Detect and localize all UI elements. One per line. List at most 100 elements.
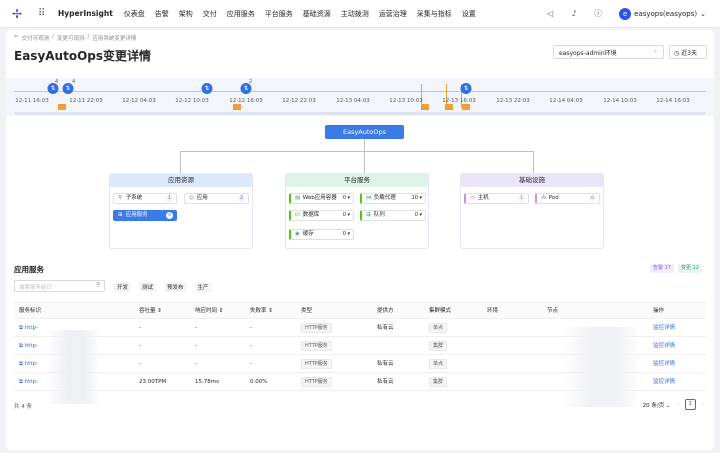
col-throughput[interactable]: 吞吐量 ⇕ (139, 303, 162, 319)
monitor-detail-link[interactable]: 监控详情 (653, 373, 675, 391)
prev-page-icon[interactable]: ‹ (677, 402, 679, 408)
service-link[interactable]: ⧉ http- (19, 319, 38, 337)
system-node-button[interactable]: EasyAutoOps (325, 125, 404, 139)
page-title: EasyAutoOps变更详情 (14, 49, 152, 63)
nav-item-governance[interactable]: 运营治理 (379, 9, 407, 19)
clock-icon: ◷ (674, 50, 680, 57)
queue-icon: ⇶ (366, 212, 371, 218)
filter-test[interactable]: 测试 (139, 282, 157, 292)
col-failure-rate[interactable]: 失败率 ⇕ (250, 303, 273, 319)
service-link[interactable]: ⧉ http- (19, 373, 38, 391)
alert-flag-icon[interactable] (462, 104, 470, 110)
search-input[interactable]: 搜索服务标识 ⚲ (14, 280, 105, 292)
filter-dev[interactable]: 开发 (114, 282, 132, 292)
timeline-scrollbar[interactable] (14, 112, 706, 115)
timeline-tick: 12-14 16:03 (656, 98, 690, 104)
help-icon[interactable]: ⓘ (593, 9, 603, 19)
service-link[interactable]: ⧉ http- (19, 337, 38, 355)
change-count: 2 (249, 79, 253, 85)
filter-prod[interactable]: 生产 (194, 282, 212, 292)
nav-item-app-services[interactable]: 应用服务 (227, 9, 255, 19)
chip-host[interactable]: ▭ 主机 1 (464, 193, 529, 204)
col-node: 节点 (547, 308, 559, 314)
redacted-area (561, 327, 641, 407)
application-icon: ◎ (189, 195, 194, 201)
monitor-detail-link[interactable]: 监控详情 (653, 337, 675, 355)
chip-pod[interactable]: ⁂ Pod 0 (535, 193, 600, 204)
col-service-id[interactable]: 服务标识 (19, 303, 41, 319)
timeline-tick: 12-12 10:03 (175, 98, 209, 104)
brand-name[interactable]: HyperInsight (58, 9, 113, 18)
monitor-detail-link[interactable]: 监控详情 (653, 319, 675, 337)
subsystem-icon: ⚲ (118, 195, 123, 201)
breadcrumb-item[interactable]: 变更可观测 (57, 34, 85, 42)
chevron-down-icon[interactable]: ⌄ (700, 10, 706, 18)
nav-item-delivery[interactable]: 交付 (203, 9, 217, 19)
timeline-tick: 12-13 10:03 (389, 98, 423, 104)
change-badge[interactable]: 变更 12 (678, 264, 702, 273)
change-event-icon[interactable]: ⇅ (460, 83, 472, 94)
col-cluster-mode: 集群模式 (429, 308, 452, 314)
chip-queue[interactable]: ⇶ 队列 0 ▾ (360, 210, 426, 221)
nav-item-alerts[interactable]: 告警 (155, 9, 169, 19)
chip-application[interactable]: ◎ 应用 2 (184, 193, 249, 204)
speaker-icon[interactable]: ◁ (545, 9, 555, 19)
group-platform-services: 平台服务 ▤ Web应用容器 0 ▾ ⋈ 负载代理 10 ▾ ⛁ 数据库 0 ▾… (285, 173, 429, 249)
database-icon: ⛁ (295, 212, 300, 218)
col-latency[interactable]: 响应时间 ⇕ (195, 303, 223, 319)
topbar-actions: ◁ ♪ ⓘ e easyops(easyops) ⌄ (531, 0, 706, 28)
breadcrumb-item[interactable]: 交付可观测 (22, 34, 50, 42)
chip-cache[interactable]: ◉ 缓存 0 ▾ (289, 229, 354, 240)
chip-web-container[interactable]: ▤ Web应用容器 0 ▾ (289, 193, 354, 204)
total-count: 共 4 条 (14, 404, 32, 410)
load-proxy-icon: ⋈ (366, 195, 372, 201)
table-header: 服务标识 吞吐量 ⇕ 响应时间 ⇕ 失败率 ⇕ 类型 提供方 集群模式 环境 节… (14, 303, 706, 319)
back-icon[interactable]: ⇐ (14, 34, 19, 42)
alert-flag-icon[interactable] (58, 104, 66, 110)
chip-database[interactable]: ⛁ 数据库 0 ▾ (289, 210, 354, 221)
nav-item-architecture[interactable]: 架构 (179, 9, 193, 19)
filter-staging[interactable]: 预发布 (164, 282, 187, 292)
group-title: 应用资源 (110, 174, 252, 187)
link-icon: ⧉ (19, 379, 23, 385)
search-icon[interactable]: ⚲ (96, 282, 100, 288)
chip-subsystem[interactable]: ⚲ 子系统 1 (113, 193, 177, 204)
chip-load-proxy[interactable]: ⋈ 负载代理 10 ▾ (360, 193, 426, 204)
nav-item-settings[interactable]: 设置 (462, 9, 476, 19)
nav-item-probing[interactable]: 主动拨测 (341, 9, 369, 19)
alert-flag-icon[interactable] (445, 104, 453, 110)
user-name[interactable]: easyops(easyops) (634, 10, 697, 18)
chip-app-service[interactable]: ⊞ 应用服务 4 (113, 210, 177, 221)
nav-item-metrics[interactable]: 采集与指标 (417, 9, 452, 19)
change-timeline[interactable]: ⇅ 4 ⇅ 4 ⇅ ⇅ 2 ⇅ 12-11 16:03 12-11 22:03 … (6, 78, 714, 116)
next-page-icon[interactable]: › (702, 402, 704, 408)
timeline-axis (14, 91, 706, 92)
avatar[interactable]: e (619, 8, 632, 20)
nav-item-dashboard[interactable]: 仪表盘 (124, 9, 145, 19)
col-type: 类型 (301, 308, 313, 314)
alert-flag-icon[interactable] (421, 104, 429, 110)
service-link[interactable]: ⧉ http- (19, 355, 38, 373)
nav-item-platform-services[interactable]: 平台服务 (265, 9, 293, 19)
group-app-resources: 应用资源 ⚲ 子系统 1 ◎ 应用 2 ⊞ 应用服务 4 (109, 173, 253, 249)
chevron-down-icon: ⌄ (652, 47, 658, 54)
alert-flag-icon[interactable] (233, 104, 241, 110)
bell-icon[interactable]: ♪ (569, 9, 579, 19)
alert-badge[interactable]: 告警 17 (650, 264, 674, 273)
environment-select[interactable]: easyops-admin环境 ⌄ (553, 45, 664, 59)
environment-select-value: easyops-admin环境 (559, 50, 617, 57)
col-action: 操作 (653, 308, 665, 314)
redacted-area (46, 330, 101, 404)
nav-item-infrastructure[interactable]: 基础资源 (303, 9, 331, 19)
page-number[interactable]: 1 (684, 399, 696, 410)
logo-icon[interactable]: ✢ (10, 7, 24, 21)
app-grid-icon[interactable]: ⠿ (38, 8, 50, 19)
page-size-select[interactable]: 20 条/页 ⌄ (643, 401, 671, 409)
link-icon: ⧉ (19, 361, 23, 367)
main-card: ⇐ 交付可观测 / 变更可观测 / 应用系统变更详情 EasyAutoOps变更详情… (6, 30, 714, 450)
monitor-detail-link[interactable]: 监控详情 (653, 355, 675, 373)
connector-line (180, 151, 533, 152)
time-range-button[interactable]: ◷ 近3天 (669, 45, 707, 59)
top-navigation-bar: ✢ ⠿ HyperInsight 仪表盘 告警 架构 交付 应用服务 平台服务 … (0, 0, 720, 28)
change-event-icon[interactable]: ⇅ (201, 83, 213, 94)
